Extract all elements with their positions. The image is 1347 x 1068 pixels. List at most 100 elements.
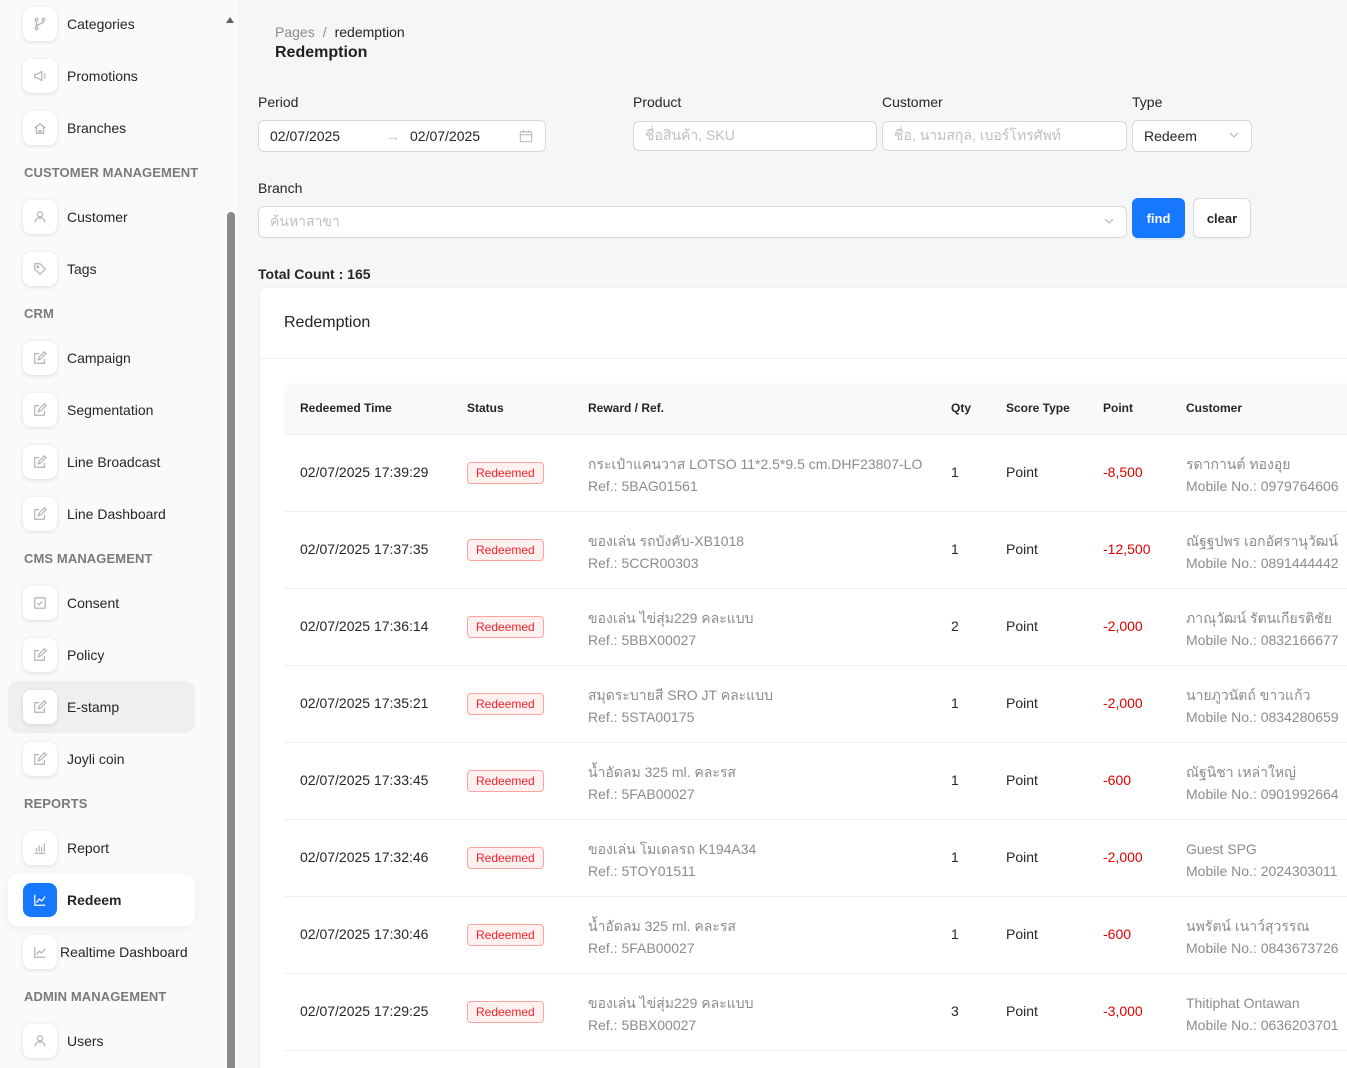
clear-button[interactable]: clear: [1193, 198, 1251, 238]
sidebar-item-tags[interactable]: Tags: [8, 243, 195, 295]
sidebar-item-consent[interactable]: Consent: [8, 577, 195, 629]
chevron-down-icon: [1104, 218, 1114, 224]
sidebar-item-redeem[interactable]: Redeem: [8, 874, 195, 926]
status-badge: Redeemed: [467, 847, 544, 869]
reward-cell: ของเล่น ไข่สุ่ม229 คละแบบ Ref.: 5BBX00027: [588, 607, 754, 651]
reward-name: น้ำอัดลม 325 ml. คละรส: [588, 764, 736, 780]
sidebar-item-label: Promotions: [67, 68, 138, 84]
score-type-cell: Point: [1006, 849, 1038, 865]
score-type-cell: Point: [1006, 772, 1038, 788]
header-redeemed-time[interactable]: Redeemed Time: [300, 401, 392, 415]
edit-icon: [23, 497, 57, 531]
sidebar-item-segmentation[interactable]: Segmentation: [8, 384, 195, 436]
score-type-cell: Point: [1006, 541, 1038, 557]
scroll-up-arrow-icon[interactable]: [226, 17, 234, 23]
table-row[interactable]: 02/07/2025 17:36:14 Redeemed ของเล่น ไข่สุ…: [284, 589, 1347, 666]
sidebar-item-e-stamp[interactable]: E-stamp: [8, 681, 195, 733]
sidebar-item-promotions[interactable]: Promotions: [8, 50, 195, 102]
edit-icon: [23, 742, 57, 776]
reward-ref: Ref.: 5BBX00027: [588, 632, 697, 648]
type-selected-value: Redeem: [1144, 128, 1197, 144]
sidebar-item-policy[interactable]: Policy: [8, 629, 195, 681]
header-point[interactable]: Point: [1103, 401, 1133, 415]
table-row[interactable]: 02/07/2025 17:37:35 Redeemed ของเล่น รถบัง…: [284, 512, 1347, 589]
table-row[interactable]: 02/07/2025 17:30:46 Redeemed น้ำอัดลม 325 …: [284, 897, 1347, 974]
table-row[interactable]: 02/07/2025 17:29:25 Redeemed ของเล่น ไข่สุ…: [284, 974, 1347, 1051]
redeemed-time-cell: 02/07/2025 17:35:21: [300, 695, 429, 711]
customer-mobile: Mobile No.: 0979764606: [1186, 478, 1339, 494]
sidebar-item-label: Customer: [67, 209, 128, 225]
arrow-right-icon: →: [386, 128, 400, 144]
section-title-customer-management: CUSTOMER MANAGEMENT: [24, 165, 199, 180]
reward-cell: น้ำอัดลม 325 ml. คละรส Ref.: 5FAB00027: [588, 915, 736, 959]
sidebar-item-label: Consent: [67, 595, 120, 611]
reward-ref: Ref.: 5CCR00303: [588, 555, 699, 571]
sidebar-item-line-broadcast[interactable]: Line Broadcast: [8, 436, 195, 488]
reward-ref: Ref.: 5TOY01511: [588, 863, 696, 879]
table-row[interactable]: 02/07/2025 17:39:29 Redeemed กระเป๋าแคนวาส…: [284, 435, 1347, 512]
redeemed-time-cell: 02/07/2025 17:37:35: [300, 541, 429, 557]
sidebar-item-customer[interactable]: Customer: [8, 191, 195, 243]
qty-cell: 1: [951, 541, 959, 557]
redeemed-time-cell: 02/07/2025 17:36:14: [300, 618, 429, 634]
qty-cell: 1: [951, 695, 959, 711]
sidebar-item-campaign[interactable]: Campaign: [8, 332, 195, 384]
reward-cell: น้ำอัดลม 325 ml. คละรส Ref.: 5FAB00027: [588, 761, 736, 805]
sidebar-item-realtime-dashboard[interactable]: Realtime Dashboard: [8, 926, 195, 978]
reward-name: ของเล่น โมเดลรถ K194A34: [588, 841, 757, 857]
header-status[interactable]: Status: [467, 401, 504, 415]
header-reward[interactable]: Reward / Ref.: [588, 401, 664, 415]
table-row[interactable]: 02/07/2025 17:32:46 Redeemed ของเล่น โมเดล…: [284, 820, 1347, 897]
redeemed-time-cell: 02/07/2025 17:39:29: [300, 464, 429, 480]
period-range-picker[interactable]: 02/07/2025 → 02/07/2025: [258, 120, 546, 152]
customer-cell: รดากานต์ ทองอุย Mobile No.: 0979764606: [1186, 453, 1339, 497]
sidebar-item-categories[interactable]: Categories: [8, 0, 195, 50]
sidebar-item-report[interactable]: Report: [8, 822, 195, 874]
tag-icon: [23, 252, 57, 286]
customer-search-input[interactable]: ชื่อ, นามสกุล, เบอร์โทรศัพท์: [882, 121, 1127, 151]
score-type-cell: Point: [1006, 618, 1038, 634]
customer-cell: นายภูวนัตถ์ ขาวแก้ว Mobile No.: 083428065…: [1186, 684, 1339, 728]
table-row[interactable]: 02/07/2025 17:33:45 Redeemed น้ำอัดลม 325 …: [284, 743, 1347, 820]
sidebar-item-label: Line Broadcast: [67, 454, 161, 470]
reward-cell: ของเล่น ไข่สุ่ม229 คละแบบ Ref.: 5BBX00027: [588, 992, 754, 1036]
reward-name: ของเล่น ไข่สุ่ม229 คละแบบ: [588, 995, 754, 1011]
customer-name: ภาณุวัฒน์ รัตนเกียรติชัย: [1186, 610, 1333, 626]
branch-placeholder: ค้นหาสาขา: [270, 213, 340, 229]
redemption-table: Redeemed Time Status Reward / Ref. Qty S…: [284, 383, 1347, 1051]
period-start-input[interactable]: 02/07/2025: [270, 128, 386, 144]
type-select[interactable]: Redeem: [1132, 120, 1252, 152]
point-cell: -600: [1103, 772, 1132, 788]
header-customer[interactable]: Customer: [1186, 401, 1242, 415]
customer-mobile: Mobile No.: 0843673726: [1186, 940, 1339, 956]
sidebar-scrollbar[interactable]: [227, 212, 235, 1068]
period-end-input[interactable]: 02/07/2025: [410, 128, 480, 144]
sidebar-item-label: Redeem: [67, 892, 122, 908]
header-score-type[interactable]: Score Type: [1006, 401, 1070, 415]
qty-cell: 3: [951, 1003, 959, 1019]
sidebar-item-joyli-coin[interactable]: Joyli coin: [8, 733, 195, 785]
customer-cell: นพรัตน์ เนาว์สุวรรณ Mobile No.: 084367372…: [1186, 915, 1339, 959]
header-qty[interactable]: Qty: [951, 401, 971, 415]
reward-ref: Ref.: 5BBX00027: [588, 1017, 697, 1033]
table-row[interactable]: 02/07/2025 17:35:21 Redeemed สมุดระบายสี S…: [284, 666, 1347, 743]
find-button[interactable]: find: [1132, 198, 1185, 238]
reward-cell: สมุดระบายสี SRO JT คละแบบ Ref.: 5STA00175: [588, 684, 773, 728]
customer-name: Guest SPG: [1186, 841, 1257, 857]
product-search-input[interactable]: ชื่อสินค้า, SKU: [633, 121, 877, 151]
sidebar-item-branches[interactable]: Branches: [8, 102, 195, 154]
status-badge: Redeemed: [467, 1001, 544, 1023]
main-content: Pages / redemption Redemption Period 02/07…: [238, 0, 1347, 1068]
sidebar-item-line-dashboard[interactable]: Line Dashboard: [8, 488, 195, 540]
sidebar-item-users[interactable]: Users: [8, 1015, 195, 1067]
branch-select[interactable]: ค้นหาสาขา: [258, 206, 1127, 238]
customer-name: Thitiphat Ontawan: [1186, 995, 1300, 1011]
sidebar: Categories Promotions Branches CUSTOMER …: [0, 0, 238, 1068]
breadcrumb-root[interactable]: Pages: [275, 24, 315, 40]
customer-name: รดากานต์ ทองอุย: [1186, 456, 1291, 472]
reward-name: น้ำอัดลม 325 ml. คละรส: [588, 918, 736, 934]
customer-mobile: Mobile No.: 0901992664: [1186, 786, 1339, 802]
branch-icon: [23, 7, 57, 41]
sidebar-item-label: Segmentation: [67, 402, 154, 418]
card-divider: [260, 358, 1347, 359]
